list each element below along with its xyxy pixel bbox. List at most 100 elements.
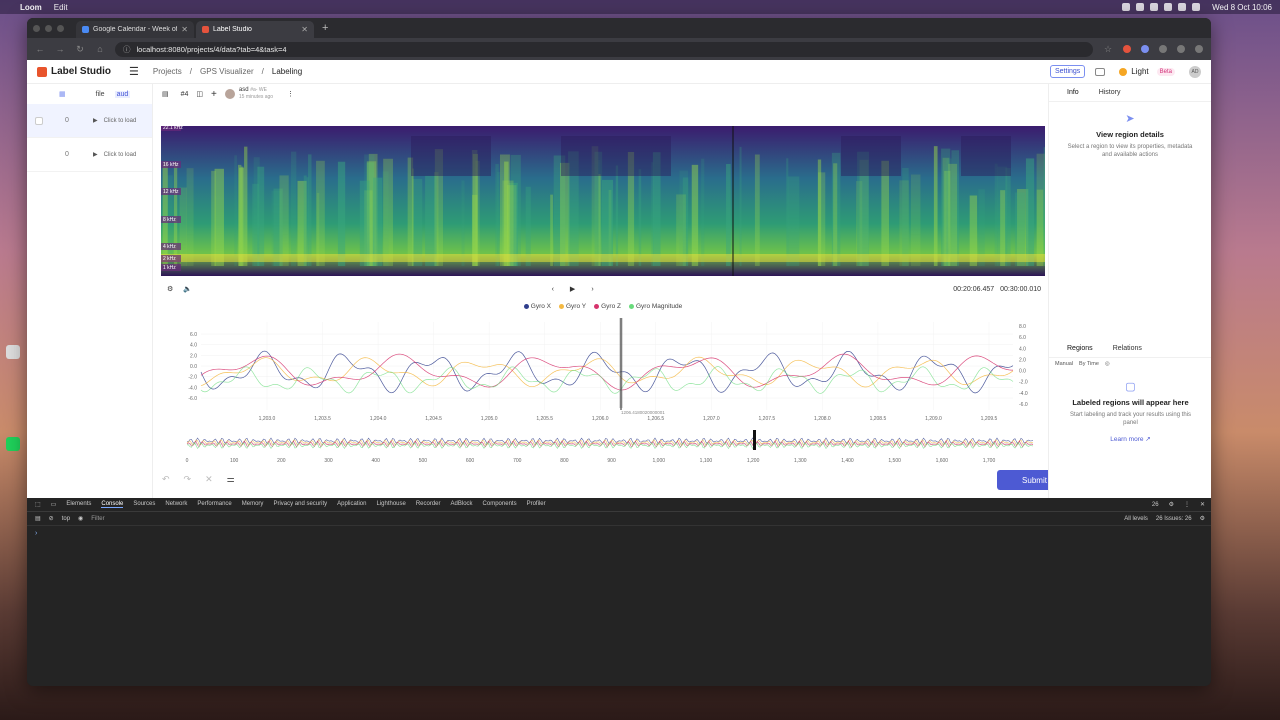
devtools-tab[interactable]: Elements [66,501,91,508]
click-to-load[interactable]: Click to load [104,118,137,124]
devtools-tab[interactable]: Application [337,501,366,508]
theme-toggle[interactable]: Light [1119,67,1149,76]
browser-tab-calendar[interactable]: Google Calendar - Week of 6 ✕ [76,21,194,38]
sidebar-toggle-icon[interactable]: ▤ [35,515,41,522]
tab-regions[interactable]: Regions [1067,345,1093,352]
audio-column[interactable]: aud [114,90,131,98]
undo-icon[interactable]: ↶ [162,474,170,485]
filter-input[interactable]: Filter [91,516,104,522]
columns-icon[interactable]: ▤ [162,90,169,98]
devtools-tab[interactable]: Network [165,501,187,508]
profile-icon[interactable] [1195,45,1203,53]
browser-tab-label-studio[interactable]: Label Studio ✕ [196,21,314,38]
play-icon[interactable]: ▶ [93,117,98,124]
filter-manual[interactable]: Manual [1055,361,1073,367]
minimize-window-button[interactable] [45,24,52,32]
tray-icon[interactable] [1150,3,1159,11]
site-info-icon[interactable]: ⓘ [123,44,131,55]
clear-console-icon[interactable]: ⊘ [49,515,54,522]
legend-item[interactable]: Gyro X [523,300,551,312]
menubar-clock[interactable]: Wed 8 Oct 10:06 [1212,3,1272,12]
close-icon[interactable]: ✕ [1200,501,1205,508]
task-row[interactable]: 0 ▶ Click to load [27,104,152,138]
devtools-tab[interactable]: Lighthouse [376,501,405,508]
settings-button[interactable]: Settings [1050,65,1086,78]
download-icon[interactable] [1177,45,1185,53]
devtools-tab[interactable]: Recorder [416,501,441,508]
grid-view-icon[interactable]: ▦ [59,90,66,98]
devtools-tab[interactable]: Console [101,501,124,508]
legend-item[interactable]: Gyro Y [559,300,586,312]
close-tab-icon[interactable]: ✕ [181,25,188,34]
devtools-tab[interactable]: AdBlock [451,501,473,508]
devtools-tab[interactable]: Memory [242,501,264,508]
timeseries-chart[interactable]: 6.0 4.0 2.0 0.0 -2.0 -4.0 -6.0 8.0 6.0 4.0 2.0 0.0 -… [161,316,1045,466]
play-icon[interactable]: ▶ [93,151,98,158]
gear-icon[interactable]: ⚙ [1169,501,1174,508]
breadcrumb-projects[interactable]: Projects [153,67,182,76]
maximize-window-button[interactable] [57,24,64,32]
devtools-tab[interactable]: Performance [197,501,231,508]
extension-icon[interactable] [1159,45,1167,53]
extension-icon[interactable] [1123,45,1131,53]
overview-window-handle[interactable] [753,430,756,450]
issues-badge[interactable]: 26 [1152,502,1159,508]
tray-icon[interactable] [1122,3,1131,11]
layout-toggle-icon[interactable] [1095,67,1106,76]
close-window-button[interactable] [33,24,40,32]
eye-icon[interactable]: ◎ [1105,361,1110,367]
legend-item[interactable]: Gyro Magnitude [628,300,682,312]
redo-icon[interactable]: ↷ [184,474,192,485]
devtools-tab[interactable]: Privacy and security [273,501,327,508]
back-icon[interactable]: ← [35,44,45,54]
url-input[interactable]: ⓘ localhost:8080/projects/4/data?tab=4&t… [115,41,1093,57]
menubar-edit[interactable]: Edit [54,3,68,12]
tray-icon[interactable] [1164,3,1173,11]
legend-item[interactable]: Gyro Z [594,300,621,312]
eye-icon[interactable]: ◉ [78,515,83,522]
tab-relations[interactable]: Relations [1113,345,1142,352]
new-tab-button[interactable]: + [322,22,328,34]
tray-icon[interactable] [1136,3,1145,11]
tab-history[interactable]: History [1099,89,1121,96]
reset-icon[interactable]: ✕ [205,474,213,485]
task-row[interactable]: 0 ▶ Click to load [27,138,152,172]
learn-more-link[interactable]: Learn more ↗ [1049,435,1211,443]
home-icon[interactable]: ⌂ [95,44,105,54]
devtools-tab[interactable]: Components [483,501,517,508]
layout-icon[interactable]: ◫ [196,90,203,98]
battery-icon[interactable] [1192,3,1201,11]
desktop-app-icon[interactable] [6,345,20,359]
levels-select[interactable]: All levels [1124,516,1148,522]
more-options-icon[interactable]: ⋮ [287,90,294,98]
volume-icon[interactable]: 🔈 [183,285,192,293]
avatar[interactable]: AD [1189,65,1201,78]
wifi-icon[interactable] [1178,3,1187,11]
context-select[interactable]: top [62,516,70,522]
app-logo[interactable]: Label Studio [37,66,117,77]
spectrogram[interactable]: 22.1 kHz 16 kHz 12 kHz 8 kHz 4 kHz 2 kHz 1 kHz [161,126,1045,276]
play-icon[interactable]: ▶ [570,285,575,293]
gear-icon[interactable]: ⚙ [167,285,173,293]
gear-icon[interactable]: ⚙ [1200,515,1205,522]
file-column[interactable]: file [96,91,105,98]
desktop-app-icon[interactable] [6,437,20,451]
issues-count[interactable]: 26 Issues: 26 [1156,516,1192,522]
tab-info[interactable]: Info [1067,89,1079,96]
forward-icon[interactable]: → [55,44,65,54]
filter-by-time[interactable]: By Time [1079,361,1099,367]
click-to-load[interactable]: Click to load [104,152,137,158]
task-checkbox[interactable] [35,116,43,125]
more-options-icon[interactable]: ⋮ [1184,501,1190,508]
menubar-app[interactable]: Loom [20,3,42,12]
close-tab-icon[interactable]: ✕ [301,25,308,34]
settings-sliders-icon[interactable]: ⚌ [227,474,235,485]
annotation-tab[interactable]: asd #a- WE 15 minutes ago [224,87,273,101]
device-toggle-icon[interactable]: ▭ [51,501,57,508]
next-icon[interactable]: › [591,286,593,293]
previous-icon[interactable]: ‹ [552,286,554,293]
reload-icon[interactable]: ↻ [75,44,85,55]
bookmark-star-icon[interactable]: ☆ [1103,44,1113,55]
add-annotation-icon[interactable]: + [211,89,217,100]
menu-hamburger-icon[interactable]: ☰ [129,65,139,78]
